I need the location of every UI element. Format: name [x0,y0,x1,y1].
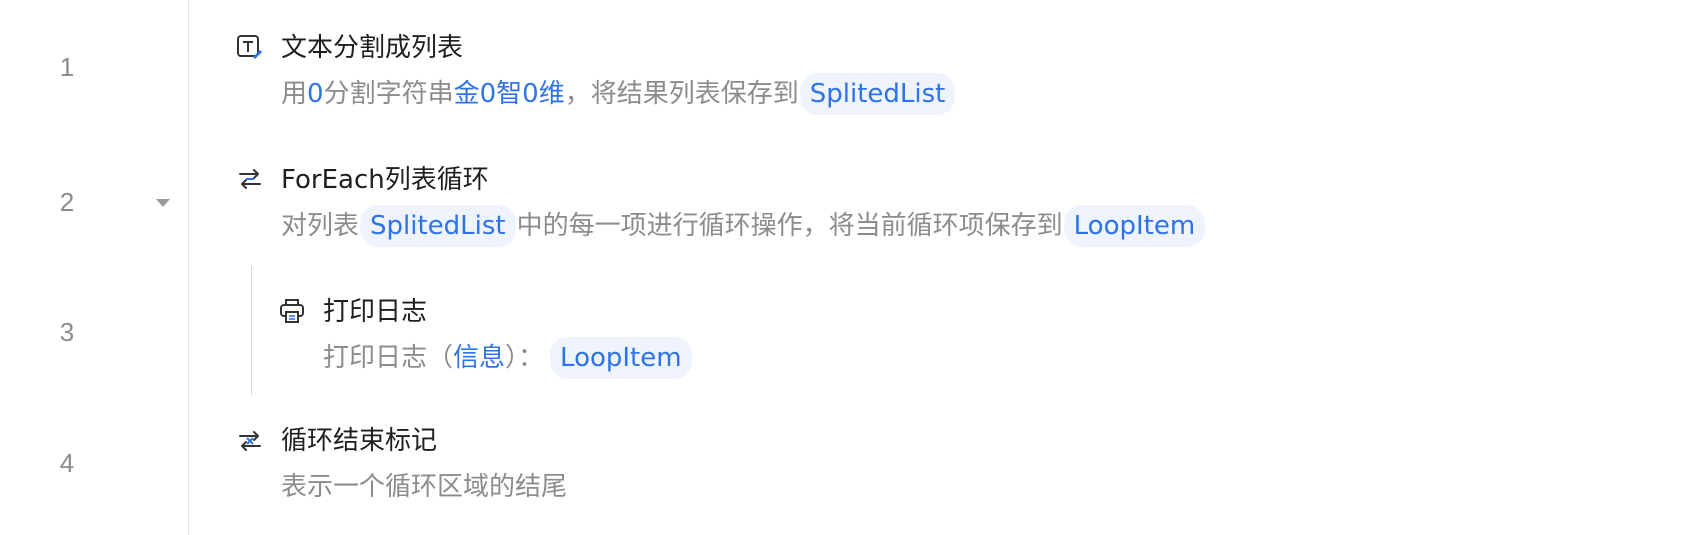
loop-end-icon [239,431,261,451]
desc-text: ，将结果列表保存到 [564,79,799,109]
desc-text: 中的每一项进行循环操作，将当前循环项保存到 [516,211,1063,241]
line-number: 1 [59,52,75,82]
variable-chip[interactable]: LoopItem [1063,205,1206,247]
desc-text: 分割字符串 [323,79,454,109]
desc-text: ）： [505,343,545,373]
source-text-value[interactable]: 0 [522,72,539,116]
loop-icon [239,169,261,189]
desc-text: 打印日志（ [323,343,454,373]
source-text-value[interactable]: 维 [539,72,565,116]
desc-text: 表示一个循环区域的结尾 [281,472,568,502]
collapse-arrow-icon[interactable] [156,199,170,207]
desc-text: 用 [281,79,308,109]
step-description: 用 0 分割字符串金 0 智 0 维，将结果列表保存到 SplitedList [281,72,956,116]
variable-chip[interactable]: SplitedList [799,73,956,115]
gutter-divider [188,0,189,535]
log-level-value[interactable]: 信息 [453,336,505,380]
variable-chip[interactable]: LoopItem [550,337,692,379]
loop-nesting-guide [251,266,252,396]
step-description: 打印日志（ 信息）： LoopItem [323,336,693,380]
step-title: 循环结束标记 [281,426,438,456]
separator-value[interactable]: 0 [307,72,324,116]
printer-icon [280,299,304,323]
step-title: 文本分割成列表 [281,33,464,63]
line-number: 2 [59,187,75,217]
source-text-value[interactable]: 0 [480,72,497,116]
desc-text: 对列表 [281,211,360,241]
source-text-value[interactable]: 智 [496,72,522,116]
step-description: 表示一个循环区域的结尾 [281,465,567,509]
source-text-value[interactable]: 金 [454,72,480,116]
line-number: 3 [59,317,75,347]
step-title: ForEach列表循环 [281,165,489,195]
variable-chip[interactable]: SplitedList [360,205,516,247]
step-title: 打印日志 [323,297,428,327]
line-number: 4 [59,448,75,478]
step-description: 对列表 SplitedList 中的每一项进行循环操作，将当前循环项保存到 LoopI… [281,204,1206,248]
text-split-icon [237,35,262,59]
